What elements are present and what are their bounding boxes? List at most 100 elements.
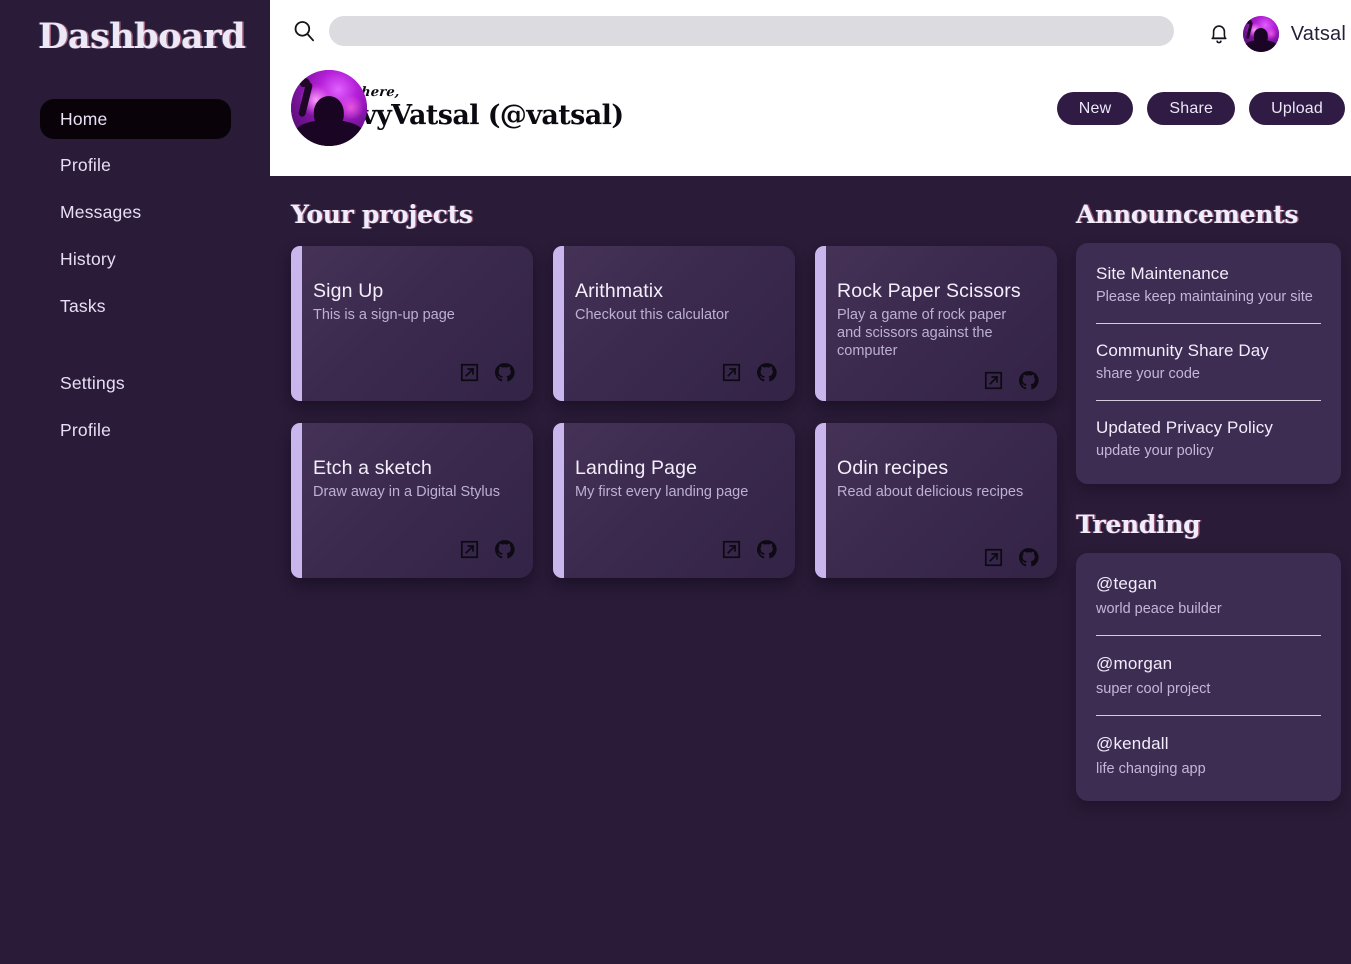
- github-icon[interactable]: [756, 362, 777, 383]
- project-title: Sign Up: [313, 280, 384, 302]
- github-icon[interactable]: [494, 539, 515, 560]
- profile-avatar[interactable]: [291, 70, 367, 146]
- card-accent-bar: [815, 423, 826, 578]
- trending-heading: Trending: [1076, 510, 1201, 540]
- sidebar-item-label: History: [60, 248, 116, 269]
- trending-description: life changing app: [1096, 761, 1206, 778]
- search-input[interactable]: [329, 16, 1174, 46]
- greeting-text-group: Hi there, vavyVatsal (@vatsal): [329, 84, 624, 131]
- card-icon-row: [721, 539, 777, 560]
- card-accent-bar: [291, 246, 302, 401]
- project-card[interactable]: Landing Page My first every landing page: [553, 423, 795, 578]
- sidebar-item-label: Settings: [60, 373, 125, 394]
- divider: [1096, 715, 1321, 717]
- divider: [1096, 400, 1321, 402]
- sidebar-item-profile[interactable]: Profile: [40, 145, 231, 186]
- header-actions: New Share Upload: [1056, 92, 1345, 125]
- trending-item[interactable]: @morgan super cool project: [1096, 654, 1321, 697]
- sidebar-nav: Home Profile Messages History Tasks Sett…: [0, 98, 270, 451]
- divider: [1096, 635, 1321, 637]
- sidebar-item-profile-secondary[interactable]: Profile: [40, 410, 231, 451]
- external-link-icon[interactable]: [459, 539, 480, 560]
- project-title: Rock Paper Scissors: [837, 280, 1021, 302]
- announcement-title: Site Maintenance: [1096, 264, 1229, 283]
- announcements-panel: Site Maintenance Please keep maintaining…: [1076, 243, 1341, 485]
- projects-grid: Sign Up This is a sign-up page Arithmati…: [291, 246, 1076, 578]
- project-description: Play a game of rock paper and scissors a…: [837, 307, 1007, 360]
- profile-greeting-block: Hi there, vavyVatsal (@vatsal): [291, 70, 624, 146]
- avatar[interactable]: [1242, 16, 1279, 52]
- project-card[interactable]: Etch a sketch Draw away in a Digital Sty…: [291, 423, 533, 578]
- external-link-icon[interactable]: [983, 547, 1004, 568]
- project-card[interactable]: Arithmatix Checkout this calculator: [553, 246, 795, 401]
- sidebar-item-tasks[interactable]: Tasks: [40, 286, 231, 327]
- bell-icon[interactable]: [1207, 21, 1231, 47]
- announcement-title: Updated Privacy Policy: [1096, 418, 1273, 438]
- project-description: Checkout this calculator: [575, 307, 729, 324]
- external-link-icon[interactable]: [721, 362, 742, 383]
- search-bar: [291, 16, 1351, 46]
- external-link-icon[interactable]: [983, 370, 1004, 391]
- card-accent-bar: [291, 423, 302, 578]
- github-icon[interactable]: [1018, 547, 1039, 568]
- sidebar: Dashboard Home Profile Messages History …: [0, 0, 270, 964]
- project-title: Arithmatix: [575, 280, 664, 302]
- sidebar-item-home[interactable]: Home: [40, 98, 231, 140]
- project-title: Landing Page: [575, 457, 698, 479]
- card-accent-bar: [553, 246, 564, 401]
- announcement-item[interactable]: Community Share Day share your code: [1096, 341, 1321, 383]
- search-icon[interactable]: [291, 18, 317, 44]
- header: Vatsal Hi there, vavyVatsal (@vatsal) Ne…: [270, 0, 1351, 176]
- github-icon[interactable]: [756, 539, 777, 560]
- sidebar-item-settings[interactable]: Settings: [40, 363, 231, 404]
- sidebar-item-label: Home: [60, 108, 108, 129]
- sidebar-item-label: Messages: [60, 202, 142, 222]
- main-content: Your projects Sign Up This is a sign-up …: [270, 176, 1351, 964]
- announcement-body: update your policy: [1096, 443, 1214, 460]
- share-button[interactable]: Share: [1147, 92, 1236, 125]
- announcement-title: Community Share Day: [1096, 341, 1269, 361]
- sidebar-item-messages[interactable]: Messages: [40, 192, 231, 233]
- avatar-artwork: [1242, 16, 1279, 52]
- dashboard-page: Dashboard Home Profile Messages History …: [0, 0, 1351, 964]
- right-rail: Announcements Site Maintenance Please ke…: [1076, 176, 1351, 964]
- trending-item[interactable]: @tegan world peace builder: [1096, 574, 1321, 617]
- trending-item[interactable]: @kendall life changing app: [1096, 734, 1321, 777]
- sidebar-divider-space: [40, 332, 231, 363]
- profile-full-name: vavyVatsal (@vatsal): [329, 99, 624, 131]
- trending-handle: @tegan: [1096, 574, 1157, 594]
- announcement-item[interactable]: Updated Privacy Policy update your polic…: [1096, 418, 1321, 460]
- page-title: Dashboard: [38, 16, 246, 57]
- project-card[interactable]: Odin recipes Read about delicious recipe…: [815, 423, 1057, 578]
- card-icon-row: [721, 362, 777, 383]
- projects-section: Your projects Sign Up This is a sign-up …: [270, 176, 1076, 964]
- card-icon-row: [459, 362, 515, 383]
- divider: [1096, 323, 1321, 325]
- greeting-label: Hi there,: [331, 84, 401, 100]
- sidebar-item-history[interactable]: History: [40, 239, 231, 280]
- header-username[interactable]: Vatsal: [1291, 23, 1346, 46]
- project-card[interactable]: Rock Paper Scissors Play a game of rock …: [815, 246, 1057, 401]
- card-icon-row: [983, 370, 1039, 391]
- project-description: Draw away in a Digital Stylus: [313, 484, 500, 501]
- new-button[interactable]: New: [1056, 92, 1134, 125]
- project-description: My first every landing page: [575, 484, 749, 501]
- sidebar-item-label: Tasks: [60, 295, 106, 316]
- project-title: Odin recipes: [837, 457, 949, 479]
- upload-button[interactable]: Upload: [1249, 92, 1345, 125]
- trending-handle: @morgan: [1096, 654, 1173, 674]
- announcement-body: Please keep maintaining your site: [1096, 289, 1313, 305]
- trending-description: world peace builder: [1096, 601, 1222, 618]
- project-title: Etch a sketch: [313, 457, 433, 479]
- external-link-icon[interactable]: [459, 362, 480, 383]
- trending-description: super cool project: [1096, 681, 1211, 698]
- card-icon-row: [983, 547, 1039, 568]
- external-link-icon[interactable]: [721, 539, 742, 560]
- projects-heading: Your projects: [291, 200, 473, 229]
- announcement-item[interactable]: Site Maintenance Please keep maintaining…: [1096, 264, 1321, 306]
- trending-panel: @tegan world peace builder @morgan super…: [1076, 553, 1341, 802]
- github-icon[interactable]: [1018, 370, 1039, 391]
- card-icon-row: [459, 539, 515, 560]
- github-icon[interactable]: [494, 362, 515, 383]
- project-card[interactable]: Sign Up This is a sign-up page: [291, 246, 533, 401]
